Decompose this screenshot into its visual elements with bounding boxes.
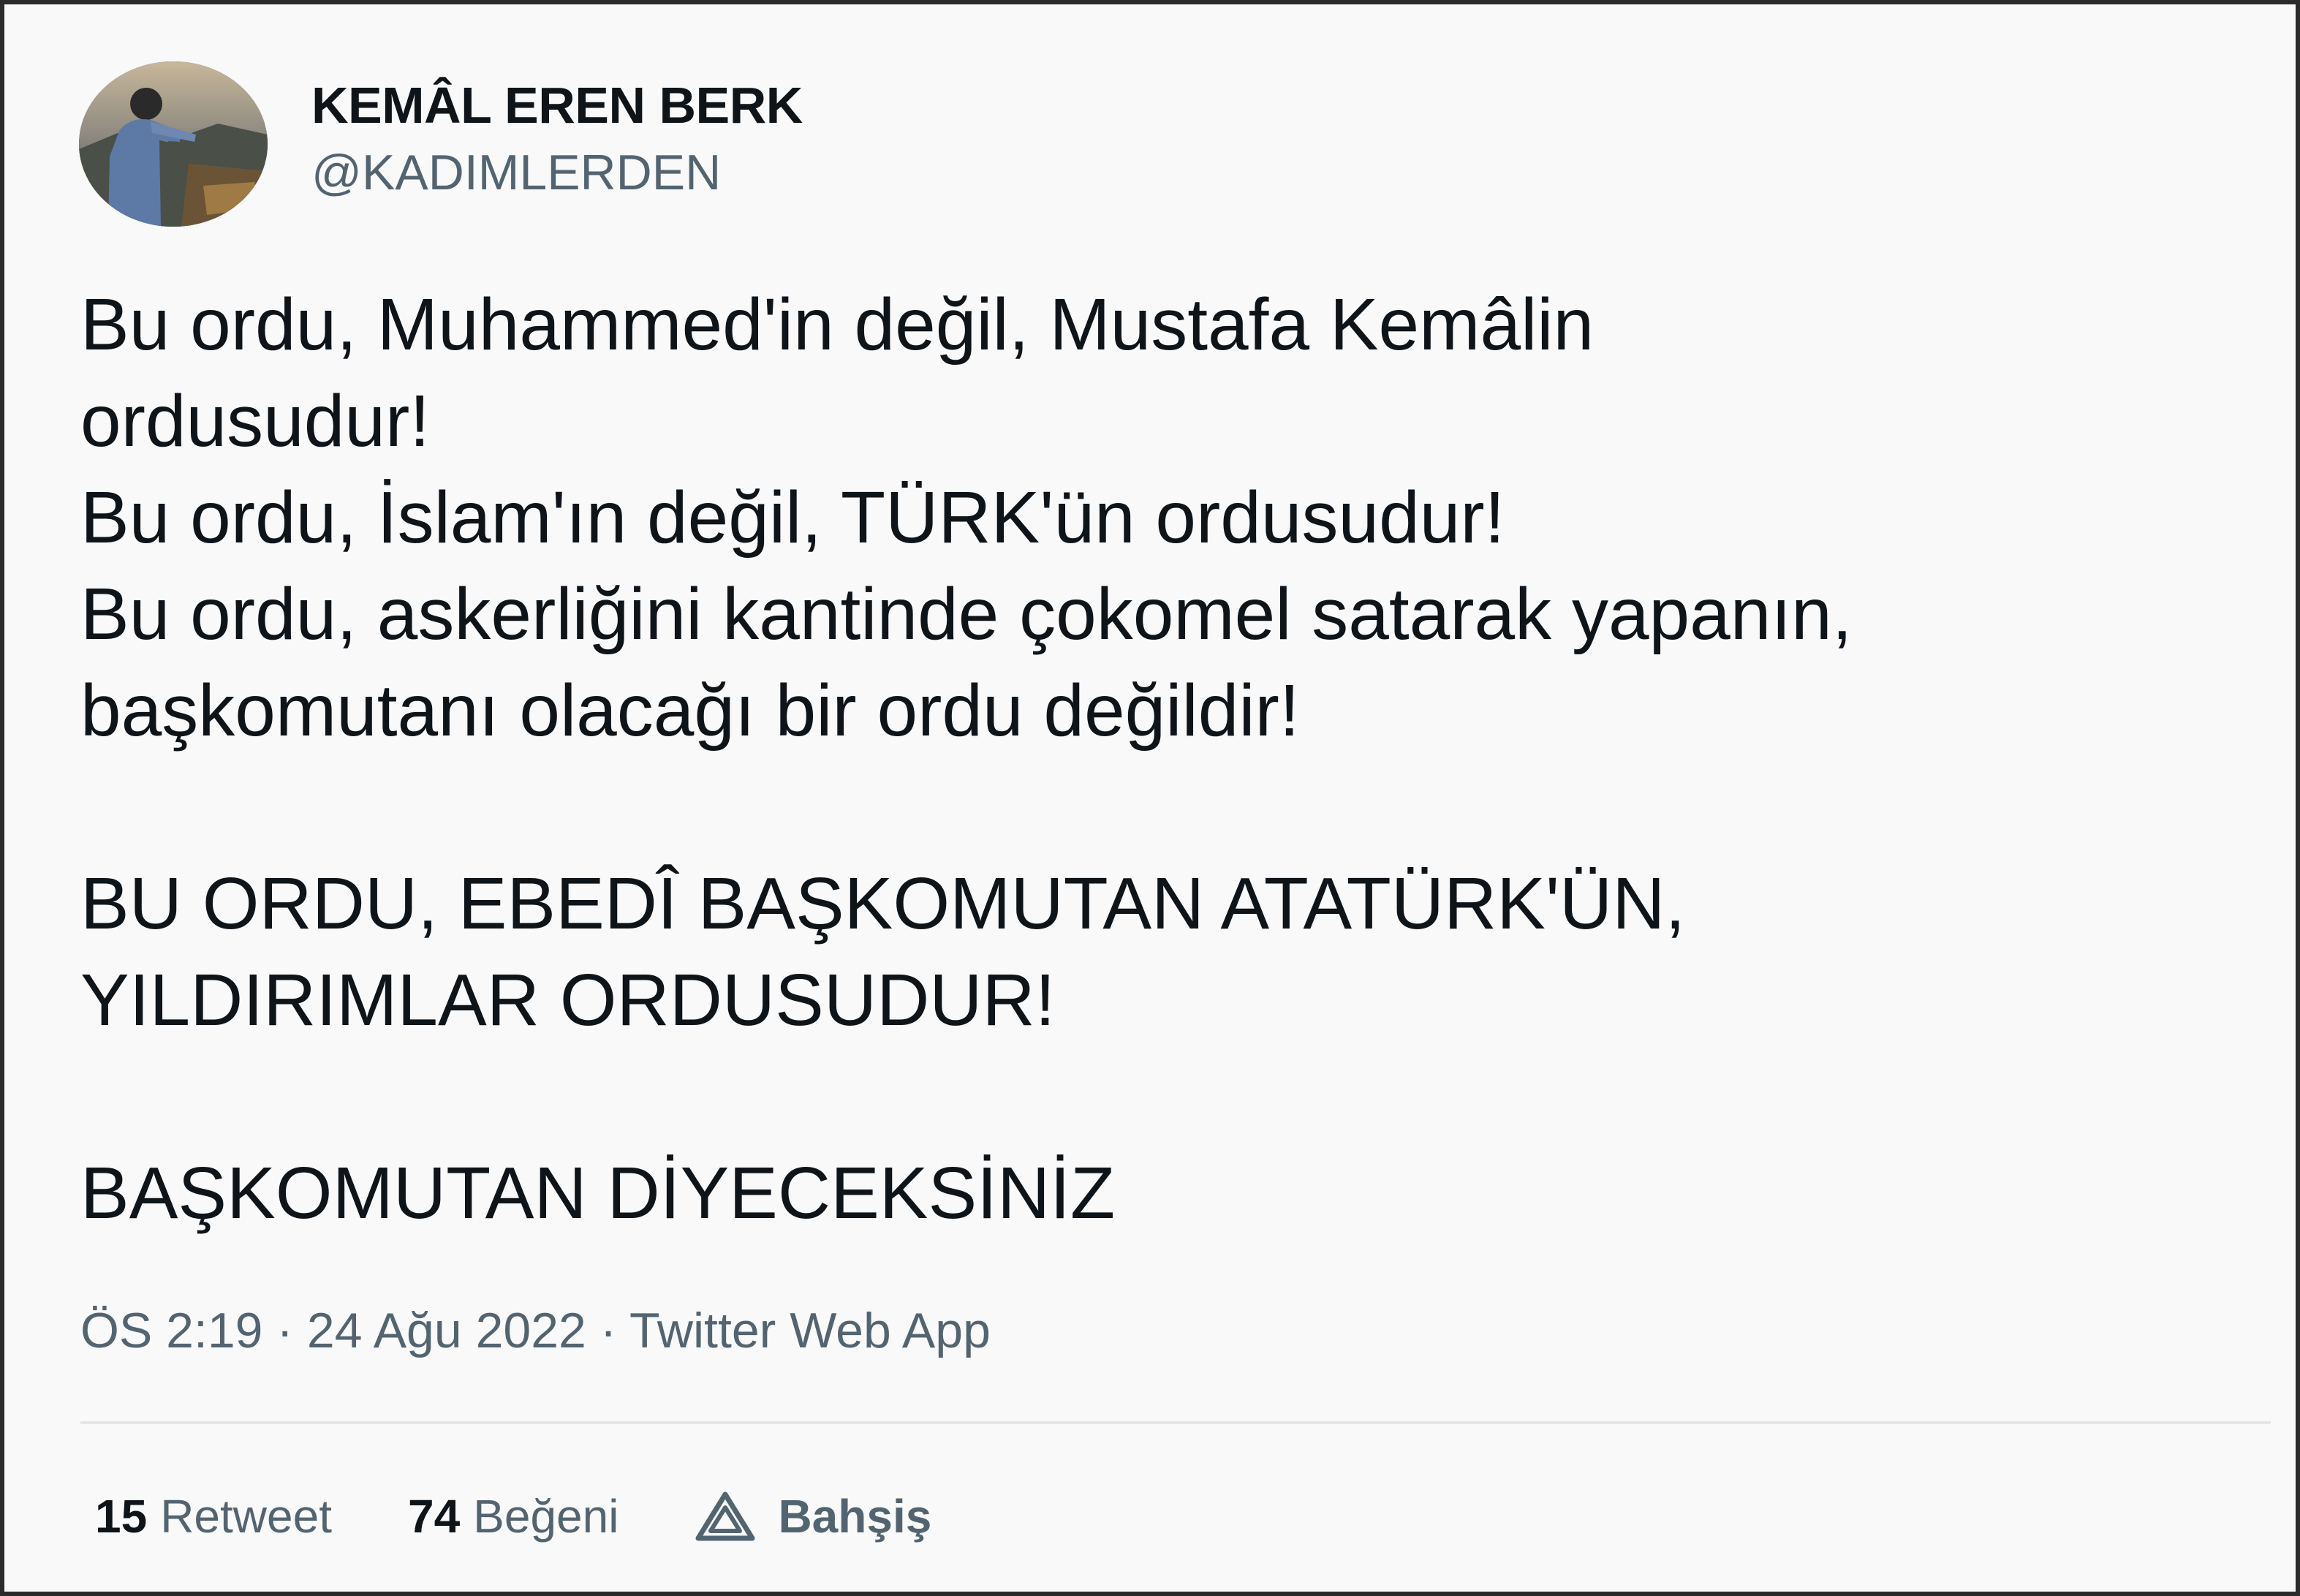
tip-icon: [695, 1491, 755, 1541]
tweet-timestamp[interactable]: ÖS 2:19 · 24 Ağu 2022 · Twitter Web App: [80, 1297, 991, 1364]
tweet-line: Bu ordu, İslam'ın değil, TÜRK'ün ordusud…: [80, 477, 1505, 559]
engagement-stats: 15 Retweet 74 Beğeni Bahşiş: [95, 1480, 931, 1553]
tweet-line: Bu ordu, askerliğini kantinde çokomel sa…: [80, 573, 1853, 655]
tweet-line: Bu ordu, Muhammed'in değil, Mustafa Kemâ…: [80, 284, 1595, 366]
tweet-text: Bu ordu, Muhammed'in değil, Mustafa Kemâ…: [80, 276, 2259, 1241]
retweet-count: 15: [95, 1490, 148, 1543]
author-name[interactable]: KEMÂL EREN BERK: [311, 72, 803, 139]
tip-label: Bahşiş: [778, 1490, 932, 1543]
retweet-label: Retweet: [160, 1490, 332, 1543]
retweet-count-link[interactable]: 15 Retweet: [95, 1480, 332, 1553]
like-count-link[interactable]: 74 Beğeni: [408, 1480, 618, 1553]
tweet-line: ordusudur!: [80, 380, 431, 462]
like-count: 74: [407, 1490, 461, 1543]
tweet-line: BAŞKOMUTAN DİYECEKSİNİZ: [80, 1152, 1116, 1234]
tweet-line: YILDIRIMLAR ORDUSUDUR!: [80, 959, 1056, 1041]
tip-button[interactable]: Bahşiş: [695, 1480, 931, 1553]
divider: [80, 1421, 2271, 1424]
avatar-image: [79, 61, 268, 227]
author-block: KEMÂL EREN BERK @KADIMLERDEN: [311, 72, 803, 206]
tweet-line: başkomutanı olacağı bir ordu değildir!: [80, 670, 1300, 752]
author-handle[interactable]: @KADIMLERDEN: [311, 139, 803, 206]
tweet-card: KEMÂL EREN BERK @KADIMLERDEN Bu ordu, Mu…: [0, 0, 2300, 1596]
like-label: Beğeni: [473, 1490, 619, 1543]
tweet-line: BU ORDU, EBEDÎ BAŞKOMUTAN ATATÜRK'ÜN,: [80, 863, 1686, 945]
avatar[interactable]: [79, 61, 268, 227]
